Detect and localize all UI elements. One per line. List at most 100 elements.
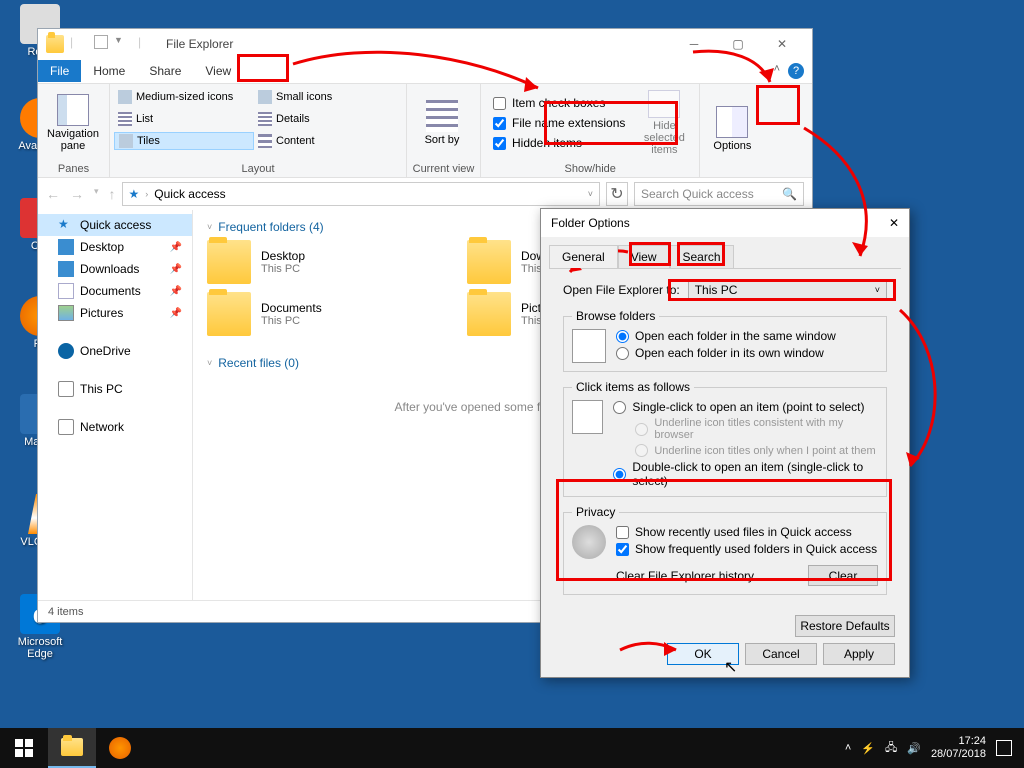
chk-file-extensions[interactable]: File name extensions: [493, 115, 625, 131]
folder-options-dialog: Folder Options ✕ General View Search Ope…: [540, 208, 910, 678]
close-button[interactable]: ✕: [760, 30, 804, 58]
qa-icon[interactable]: [94, 35, 108, 49]
sidebar-item-quick-access[interactable]: ★Quick access: [38, 214, 192, 236]
taskbar-firefox[interactable]: [96, 728, 144, 768]
navigation-pane-button[interactable]: Navigation pane: [42, 86, 104, 160]
pin-icon: 📌: [170, 242, 182, 253]
divider: |: [138, 35, 156, 53]
layout-small[interactable]: Small icons: [254, 89, 394, 105]
click-items-group: Click items as follows Single-click to o…: [563, 380, 887, 497]
pin-icon: 📌: [170, 308, 182, 319]
chk-recent-files[interactable]: Show recently used files in Quick access: [616, 525, 878, 539]
group-label: Panes: [38, 162, 109, 177]
help-icon[interactable]: ?: [788, 63, 804, 79]
sidebar-item-downloads[interactable]: Downloads📌: [38, 258, 192, 280]
open-to-label: Open File Explorer to:: [563, 283, 680, 297]
ribbon: Navigation pane Panes Medium-sized icons…: [38, 83, 812, 178]
address-bar: ← → ▾ ↑ ★ › Quick access ˅ ↻ Search Quic…: [38, 178, 812, 210]
restore-defaults-button[interactable]: Restore Defaults: [795, 615, 895, 637]
recent-button[interactable]: ▾: [94, 186, 99, 202]
sidebar-item-desktop[interactable]: Desktop📌: [38, 236, 192, 258]
volume-icon[interactable]: 🔊: [907, 742, 921, 755]
sidebar-item-thispc[interactable]: This PC: [38, 378, 192, 400]
minimize-button[interactable]: ─: [672, 30, 716, 58]
layout-details[interactable]: Details: [254, 111, 394, 127]
group-label: [700, 174, 764, 177]
radio-underline-point: Underline icon titles only when I point …: [635, 444, 878, 457]
notifications-icon[interactable]: [996, 740, 1012, 756]
system-tray: ˄ ⚡ 🖧 🔊 17:24 28/07/2018: [845, 735, 1024, 761]
sidebar-item-documents[interactable]: Documents📌: [38, 280, 192, 302]
search-icon: 🔍: [782, 187, 797, 201]
chk-item-checkboxes[interactable]: Item check boxes: [493, 95, 625, 111]
clear-button[interactable]: Clear: [808, 565, 878, 586]
titlebar[interactable]: | ▼ | File Explorer ─ ▢ ✕: [38, 29, 812, 59]
forward-button[interactable]: →: [70, 186, 84, 202]
chevron-down-icon[interactable]: ▼: [114, 35, 132, 53]
dlg-tab-search[interactable]: Search: [670, 245, 734, 268]
group-label: Current view: [407, 162, 480, 177]
layout-list[interactable]: List: [114, 111, 254, 127]
privacy-group: Privacy Show recently used files in Quic…: [563, 505, 887, 595]
maximize-button[interactable]: ▢: [716, 30, 760, 58]
sidebar: ★Quick access Desktop📌 Downloads📌 Docume…: [38, 210, 193, 600]
layout-medium[interactable]: Medium-sized icons: [114, 89, 254, 105]
tray-chevron-icon[interactable]: ˄: [845, 742, 851, 754]
breadcrumb-text: Quick access: [154, 187, 225, 201]
radio-underline-browser: Underline icon titles consistent with my…: [635, 417, 878, 441]
star-icon: ★: [129, 187, 140, 201]
apply-button[interactable]: Apply: [823, 643, 895, 665]
refresh-button[interactable]: ↻: [606, 182, 628, 206]
back-button[interactable]: ←: [46, 186, 60, 202]
tab-share[interactable]: Share: [137, 60, 193, 82]
open-to-select[interactable]: This PC˅: [688, 279, 887, 301]
chk-frequent-folders[interactable]: Show frequently used folders in Quick ac…: [616, 542, 878, 556]
sidebar-item-onedrive[interactable]: OneDrive: [38, 340, 192, 362]
pin-icon: 📌: [170, 286, 182, 297]
dlg-tab-view[interactable]: View: [618, 245, 670, 268]
radio-own-window[interactable]: Open each folder in its own window: [616, 346, 836, 360]
pin-icon: 📌: [170, 264, 182, 275]
taskbar-explorer[interactable]: [48, 728, 96, 768]
click-icon: [572, 400, 603, 434]
tab-home[interactable]: Home: [81, 60, 137, 82]
radio-single-click[interactable]: Single-click to open an item (point to s…: [613, 400, 878, 414]
search-input[interactable]: Search Quick access 🔍: [634, 182, 804, 206]
tab-view[interactable]: View: [193, 60, 243, 82]
layout-content[interactable]: Content: [254, 133, 394, 149]
ribbon-tabs: File Home Share View ˄ ?: [38, 59, 812, 83]
chevron-down-icon: ˅: [875, 285, 880, 295]
dlg-tab-general[interactable]: General: [549, 245, 618, 268]
close-button[interactable]: ✕: [889, 216, 899, 230]
breadcrumb[interactable]: ★ › Quick access ˅: [122, 182, 600, 206]
sort-by-button[interactable]: Sort by: [411, 86, 473, 160]
dialog-title: Folder Options: [551, 216, 630, 230]
options-button[interactable]: Options: [704, 86, 760, 172]
layout-tiles[interactable]: Tiles: [114, 132, 254, 150]
group-label: Show/hide: [481, 162, 699, 177]
layout-gallery[interactable]: Medium-sized icons Small icons List Deta…: [114, 86, 402, 160]
dialog-titlebar[interactable]: Folder Options ✕: [541, 209, 909, 237]
tile-desktop[interactable]: DesktopThis PC: [207, 240, 427, 284]
radio-double-click[interactable]: Double-click to open an item (single-cli…: [613, 460, 878, 488]
folder-icon: [46, 35, 64, 53]
sidebar-item-network[interactable]: Network: [38, 416, 192, 438]
up-button[interactable]: ↑: [109, 186, 116, 202]
cancel-button[interactable]: Cancel: [745, 643, 817, 665]
radio-same-window[interactable]: Open each folder in the same window: [616, 329, 836, 343]
collapse-ribbon-icon[interactable]: ˄: [774, 63, 780, 79]
tile-documents[interactable]: DocumentsThis PC: [207, 292, 427, 336]
privacy-icon: [572, 525, 606, 559]
sidebar-item-pictures[interactable]: Pictures📌: [38, 302, 192, 324]
start-button[interactable]: [0, 728, 48, 768]
taskbar: ˄ ⚡ 🖧 🔊 17:24 28/07/2018: [0, 728, 1024, 768]
divider: |: [70, 35, 88, 53]
battery-icon[interactable]: ⚡: [861, 742, 875, 755]
hide-selected-button[interactable]: Hide selected items: [633, 86, 695, 160]
clock[interactable]: 17:24 28/07/2018: [931, 735, 986, 761]
chk-hidden-items[interactable]: Hidden items: [493, 135, 625, 151]
cursor-icon: ↖: [724, 657, 737, 677]
folder-icon: [572, 329, 606, 363]
network-icon[interactable]: 🖧: [885, 739, 897, 758]
tab-file[interactable]: File: [38, 60, 81, 82]
